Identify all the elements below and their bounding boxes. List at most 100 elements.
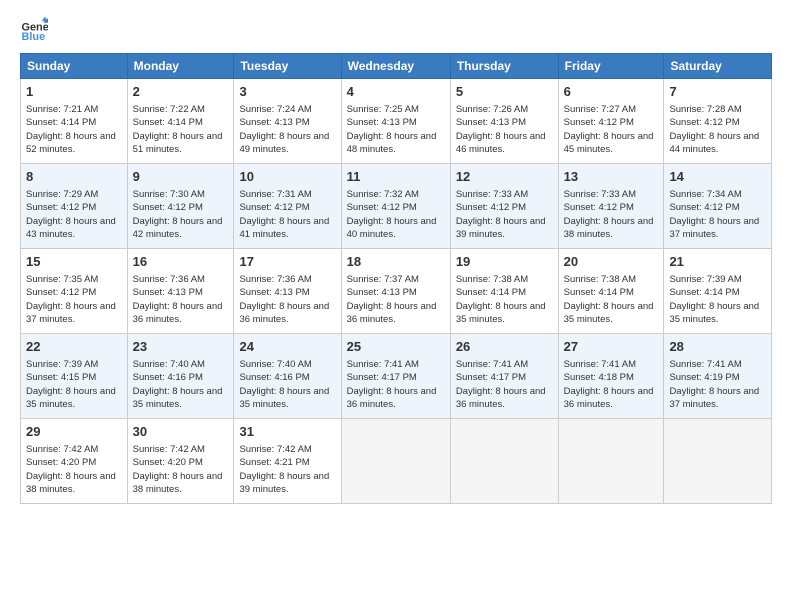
- calendar-cell: 16 Sunrise: 7:36 AM Sunset: 4:13 PM Dayl…: [127, 249, 234, 334]
- calendar-week-row: 29 Sunrise: 7:42 AM Sunset: 4:20 PM Dayl…: [21, 419, 772, 504]
- day-number: 26: [456, 338, 553, 356]
- sunset-text: Sunset: 4:20 PM: [26, 457, 96, 468]
- calendar-table: SundayMondayTuesdayWednesdayThursdayFrid…: [20, 53, 772, 504]
- day-number: 9: [133, 168, 229, 186]
- sunrise-text: Sunrise: 7:22 AM: [133, 104, 205, 115]
- sunset-text: Sunset: 4:16 PM: [133, 372, 203, 383]
- calendar-cell: 6 Sunrise: 7:27 AM Sunset: 4:12 PM Dayli…: [558, 79, 664, 164]
- day-number: 16: [133, 253, 229, 271]
- day-number: 11: [347, 168, 445, 186]
- daylight-text: Daylight: 8 hours and 36 minutes.: [347, 301, 437, 325]
- weekday-header: Tuesday: [234, 54, 341, 79]
- sunrise-text: Sunrise: 7:36 AM: [239, 274, 311, 285]
- calendar-cell: 18 Sunrise: 7:37 AM Sunset: 4:13 PM Dayl…: [341, 249, 450, 334]
- calendar-cell: 26 Sunrise: 7:41 AM Sunset: 4:17 PM Dayl…: [450, 334, 558, 419]
- calendar-cell: 29 Sunrise: 7:42 AM Sunset: 4:20 PM Dayl…: [21, 419, 128, 504]
- sunset-text: Sunset: 4:12 PM: [669, 202, 739, 213]
- calendar-header-row: SundayMondayTuesdayWednesdayThursdayFrid…: [21, 54, 772, 79]
- calendar-cell: 7 Sunrise: 7:28 AM Sunset: 4:12 PM Dayli…: [664, 79, 772, 164]
- daylight-text: Daylight: 8 hours and 35 minutes.: [669, 301, 759, 325]
- sunrise-text: Sunrise: 7:31 AM: [239, 189, 311, 200]
- day-number: 10: [239, 168, 335, 186]
- sunset-text: Sunset: 4:18 PM: [564, 372, 634, 383]
- weekday-header: Sunday: [21, 54, 128, 79]
- calendar-cell: 28 Sunrise: 7:41 AM Sunset: 4:19 PM Dayl…: [664, 334, 772, 419]
- sunrise-text: Sunrise: 7:34 AM: [669, 189, 741, 200]
- sunrise-text: Sunrise: 7:33 AM: [564, 189, 636, 200]
- daylight-text: Daylight: 8 hours and 36 minutes.: [456, 386, 546, 410]
- daylight-text: Daylight: 8 hours and 45 minutes.: [564, 131, 654, 155]
- day-number: 20: [564, 253, 659, 271]
- sunset-text: Sunset: 4:13 PM: [456, 117, 526, 128]
- calendar-cell: 11 Sunrise: 7:32 AM Sunset: 4:12 PM Dayl…: [341, 164, 450, 249]
- sunrise-text: Sunrise: 7:33 AM: [456, 189, 528, 200]
- daylight-text: Daylight: 8 hours and 35 minutes.: [564, 301, 654, 325]
- sunrise-text: Sunrise: 7:42 AM: [26, 444, 98, 455]
- daylight-text: Daylight: 8 hours and 38 minutes.: [26, 471, 116, 495]
- daylight-text: Daylight: 8 hours and 35 minutes.: [456, 301, 546, 325]
- calendar-cell: [664, 419, 772, 504]
- day-number: 21: [669, 253, 766, 271]
- day-number: 6: [564, 83, 659, 101]
- daylight-text: Daylight: 8 hours and 35 minutes.: [26, 386, 116, 410]
- calendar-cell: 10 Sunrise: 7:31 AM Sunset: 4:12 PM Dayl…: [234, 164, 341, 249]
- daylight-text: Daylight: 8 hours and 36 minutes.: [239, 301, 329, 325]
- sunset-text: Sunset: 4:12 PM: [239, 202, 309, 213]
- calendar-cell: 14 Sunrise: 7:34 AM Sunset: 4:12 PM Dayl…: [664, 164, 772, 249]
- sunset-text: Sunset: 4:12 PM: [26, 202, 96, 213]
- day-number: 7: [669, 83, 766, 101]
- calendar-cell: 13 Sunrise: 7:33 AM Sunset: 4:12 PM Dayl…: [558, 164, 664, 249]
- sunset-text: Sunset: 4:12 PM: [564, 117, 634, 128]
- sunrise-text: Sunrise: 7:24 AM: [239, 104, 311, 115]
- sunrise-text: Sunrise: 7:40 AM: [239, 359, 311, 370]
- svg-text:Blue: Blue: [22, 31, 46, 43]
- daylight-text: Daylight: 8 hours and 42 minutes.: [133, 216, 223, 240]
- day-number: 19: [456, 253, 553, 271]
- sunset-text: Sunset: 4:12 PM: [564, 202, 634, 213]
- day-number: 5: [456, 83, 553, 101]
- sunrise-text: Sunrise: 7:42 AM: [239, 444, 311, 455]
- day-number: 25: [347, 338, 445, 356]
- sunrise-text: Sunrise: 7:40 AM: [133, 359, 205, 370]
- sunset-text: Sunset: 4:12 PM: [456, 202, 526, 213]
- calendar-cell: [450, 419, 558, 504]
- calendar-cell: 1 Sunrise: 7:21 AM Sunset: 4:14 PM Dayli…: [21, 79, 128, 164]
- sunrise-text: Sunrise: 7:41 AM: [564, 359, 636, 370]
- sunset-text: Sunset: 4:17 PM: [347, 372, 417, 383]
- daylight-text: Daylight: 8 hours and 44 minutes.: [669, 131, 759, 155]
- sunset-text: Sunset: 4:13 PM: [347, 117, 417, 128]
- logo: General Blue: [20, 15, 52, 43]
- sunset-text: Sunset: 4:14 PM: [456, 287, 526, 298]
- calendar-week-row: 8 Sunrise: 7:29 AM Sunset: 4:12 PM Dayli…: [21, 164, 772, 249]
- day-number: 31: [239, 423, 335, 441]
- calendar-cell: 3 Sunrise: 7:24 AM Sunset: 4:13 PM Dayli…: [234, 79, 341, 164]
- calendar-cell: 30 Sunrise: 7:42 AM Sunset: 4:20 PM Dayl…: [127, 419, 234, 504]
- calendar-cell: 12 Sunrise: 7:33 AM Sunset: 4:12 PM Dayl…: [450, 164, 558, 249]
- sunset-text: Sunset: 4:14 PM: [133, 117, 203, 128]
- daylight-text: Daylight: 8 hours and 38 minutes.: [564, 216, 654, 240]
- sunrise-text: Sunrise: 7:37 AM: [347, 274, 419, 285]
- calendar-cell: 23 Sunrise: 7:40 AM Sunset: 4:16 PM Dayl…: [127, 334, 234, 419]
- calendar-cell: 25 Sunrise: 7:41 AM Sunset: 4:17 PM Dayl…: [341, 334, 450, 419]
- calendar-cell: 9 Sunrise: 7:30 AM Sunset: 4:12 PM Dayli…: [127, 164, 234, 249]
- sunrise-text: Sunrise: 7:35 AM: [26, 274, 98, 285]
- sunset-text: Sunset: 4:21 PM: [239, 457, 309, 468]
- daylight-text: Daylight: 8 hours and 40 minutes.: [347, 216, 437, 240]
- daylight-text: Daylight: 8 hours and 37 minutes.: [669, 216, 759, 240]
- day-number: 24: [239, 338, 335, 356]
- day-number: 3: [239, 83, 335, 101]
- day-number: 18: [347, 253, 445, 271]
- sunset-text: Sunset: 4:12 PM: [26, 287, 96, 298]
- day-number: 22: [26, 338, 122, 356]
- sunset-text: Sunset: 4:13 PM: [239, 117, 309, 128]
- day-number: 30: [133, 423, 229, 441]
- day-number: 28: [669, 338, 766, 356]
- calendar-week-row: 1 Sunrise: 7:21 AM Sunset: 4:14 PM Dayli…: [21, 79, 772, 164]
- calendar-cell: 15 Sunrise: 7:35 AM Sunset: 4:12 PM Dayl…: [21, 249, 128, 334]
- day-number: 27: [564, 338, 659, 356]
- day-number: 4: [347, 83, 445, 101]
- day-number: 12: [456, 168, 553, 186]
- sunrise-text: Sunrise: 7:42 AM: [133, 444, 205, 455]
- daylight-text: Daylight: 8 hours and 52 minutes.: [26, 131, 116, 155]
- day-number: 14: [669, 168, 766, 186]
